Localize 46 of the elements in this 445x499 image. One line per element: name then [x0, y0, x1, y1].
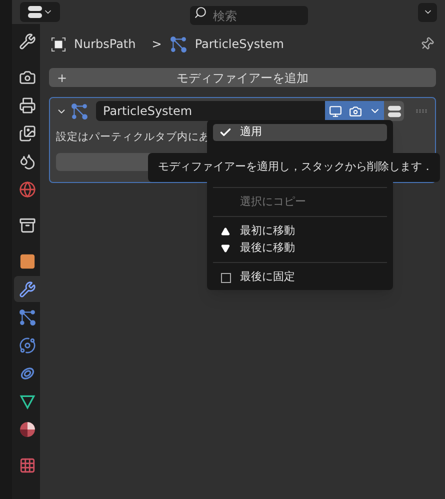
- breadcrumb-separator: >: [152, 36, 162, 53]
- nodes-icon: [170, 36, 187, 52]
- orbit-icon: [18, 336, 36, 354]
- plus-icon: +: [57, 68, 77, 86]
- menu-item[interactable]: 最後に移動: [213, 240, 387, 256]
- toggle-icon: [28, 5, 42, 19]
- tooltip: モディファイアーを適用し，スタックから削除します．: [148, 153, 440, 182]
- checker-icon: [18, 456, 36, 474]
- menu-item[interactable]: 適用: [213, 124, 387, 141]
- add-modifier-button[interactable]: + モディファイアーを追加: [49, 68, 436, 87]
- nodes-icon: [71, 102, 88, 120]
- modifier-name: ParticleSystem: [194, 36, 284, 53]
- check-icon: [219, 126, 232, 139]
- globe-icon: [18, 180, 36, 198]
- object-icon: [51, 36, 66, 52]
- camera-icon: [348, 104, 362, 118]
- modifier-name-field[interactable]: ParticleSystem: [96, 101, 325, 121]
- up-triangle-icon: [221, 226, 230, 236]
- triangle-icon: [18, 392, 36, 410]
- editor-type-button[interactable]: [20, 2, 60, 22]
- tool-icon: [18, 32, 36, 50]
- square-icon: [18, 252, 36, 270]
- checkbox[interactable]: [220, 272, 230, 283]
- images-icon: [18, 124, 36, 142]
- wrench-icon: [18, 280, 36, 298]
- sphere-icon: [18, 420, 36, 438]
- link-icon: [18, 364, 36, 382]
- drag-handle-icon[interactable]: [416, 109, 428, 113]
- search-field[interactable]: 検索: [190, 6, 308, 25]
- box-icon: [18, 216, 36, 234]
- properties-tab[interactable]: [14, 276, 40, 302]
- menu-item[interactable]: 最後に固定: [213, 269, 387, 286]
- printer-icon: [18, 96, 36, 114]
- toggle-button[interactable]: [384, 101, 404, 121]
- droplets-icon: [18, 152, 36, 170]
- down-triangle-icon: [221, 244, 230, 253]
- search-icon: [194, 6, 207, 18]
- menu-item[interactable]: 最初に移動: [213, 223, 387, 240]
- viewport-toggle[interactable]: [325, 101, 345, 121]
- toggle-icon: [388, 104, 400, 118]
- menu-item: 選択にコピー: [239, 194, 307, 210]
- dropdown-button[interactable]: [365, 101, 384, 121]
- object-name: NurbsPath: [74, 36, 136, 53]
- camera-icon: [18, 68, 36, 86]
- nodes-icon: [18, 308, 36, 326]
- monitor-icon: [328, 104, 342, 118]
